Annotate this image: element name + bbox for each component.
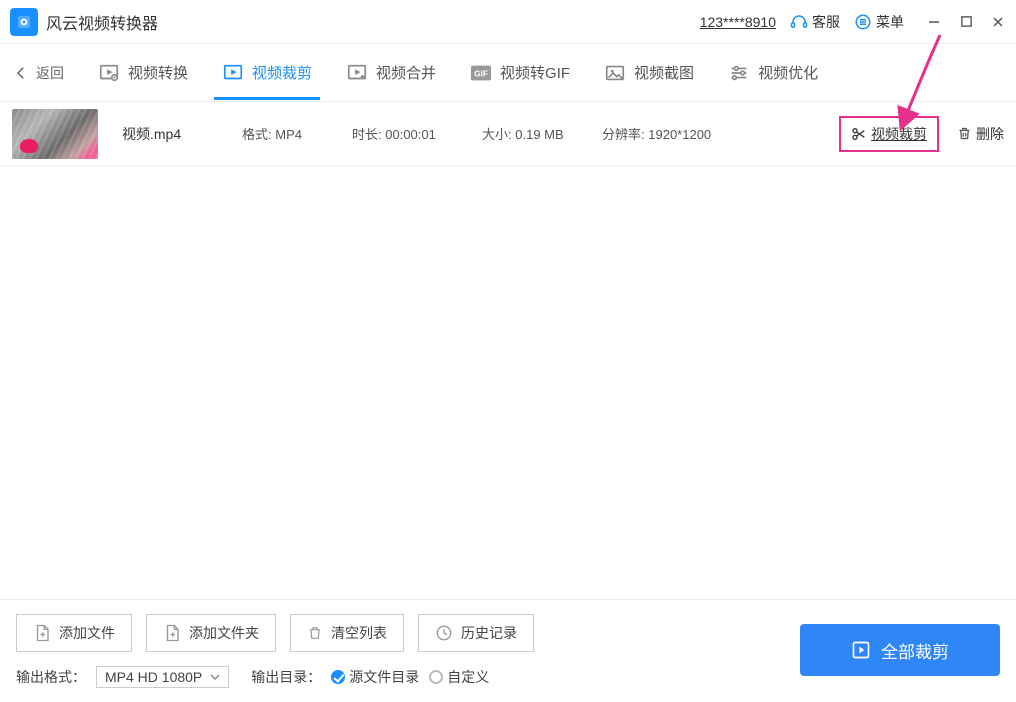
screenshot-icon <box>604 62 626 84</box>
output-format-label: 输出格式： <box>16 667 86 687</box>
minimize-button[interactable] <box>926 14 942 30</box>
back-button[interactable]: 返回 <box>10 57 66 89</box>
title-bar: 风云视频转换器 123****8910 客服 菜单 <box>0 0 1016 44</box>
support-button[interactable]: 客服 <box>790 12 840 32</box>
convert-icon <box>98 62 120 84</box>
tab-screenshot[interactable]: 视频截图 <box>602 46 696 100</box>
duration-value: 00:00:01 <box>385 127 436 142</box>
maximize-button[interactable] <box>958 14 974 30</box>
output-format-select[interactable]: MP4 HD 1080P <box>96 666 229 688</box>
file-format: 格式: MP4 <box>242 124 352 143</box>
output-dir-label: 输出目录： <box>251 667 321 687</box>
radio-unchecked-icon <box>429 670 443 684</box>
gif-icon: GIF <box>470 62 492 84</box>
tab-merge[interactable]: 视频合并 <box>344 46 438 100</box>
clear-list-label: 清空列表 <box>331 623 387 643</box>
headset-icon <box>790 13 808 31</box>
delete-button[interactable]: 删除 <box>957 124 1004 144</box>
file-row[interactable]: 视频.mp4 格式: MP4 时长: 00:00:01 大小: 0.19 MB … <box>0 102 1016 166</box>
radio-checked-icon <box>331 670 345 684</box>
menu-icon <box>854 13 872 31</box>
app-title: 风云视频转换器 <box>46 10 158 34</box>
file-resolution: 分辨率: 1920*1200 <box>602 124 762 143</box>
radio-source-dir[interactable]: 源文件目录 <box>331 667 419 687</box>
bottom-bar: 添加文件 添加文件夹 清空列表 历史记录 输出格式： MP4 HD 1080P <box>0 599 1016 702</box>
radio-custom-dir[interactable]: 自定义 <box>429 667 489 687</box>
tab-optimize-label: 视频优化 <box>758 62 818 83</box>
history-icon <box>435 624 453 642</box>
tab-crop[interactable]: 视频裁剪 <box>220 46 314 100</box>
add-folder-button[interactable]: 添加文件夹 <box>146 614 276 652</box>
radio-source-label: 源文件目录 <box>349 667 419 687</box>
close-button[interactable] <box>990 14 1006 30</box>
resolution-label: 分辨率: <box>602 127 645 142</box>
support-label: 客服 <box>812 12 840 32</box>
user-id-link[interactable]: 123****8910 <box>700 14 776 30</box>
history-button[interactable]: 历史记录 <box>418 614 534 652</box>
crop-all-label: 全部裁剪 <box>881 638 949 663</box>
crop-highlight-annotation: 视频裁剪 <box>839 116 939 152</box>
history-label: 历史记录 <box>461 623 517 643</box>
tab-convert-label: 视频转换 <box>128 62 188 83</box>
tab-togif-label: 视频转GIF <box>500 62 570 83</box>
tab-optimize[interactable]: 视频优化 <box>726 46 820 100</box>
optimize-icon <box>728 62 750 84</box>
resolution-value: 1920*1200 <box>648 127 711 142</box>
play-icon <box>851 640 871 660</box>
output-format-value: MP4 HD 1080P <box>105 669 202 685</box>
size-label: 大小: <box>482 127 512 142</box>
file-duration: 时长: 00:00:01 <box>352 124 482 143</box>
caret-down-icon <box>210 672 220 682</box>
clear-icon <box>307 624 323 642</box>
tab-convert[interactable]: 视频转换 <box>96 46 190 100</box>
duration-label: 时长: <box>352 127 382 142</box>
video-thumbnail <box>12 109 98 159</box>
add-file-label: 添加文件 <box>59 623 115 643</box>
format-value: MP4 <box>275 127 302 142</box>
tab-bar: 返回 视频转换 视频裁剪 视频合并 GIF 视频转GIF 视频截图 <box>0 44 1016 102</box>
add-folder-label: 添加文件夹 <box>189 623 259 643</box>
file-list: 视频.mp4 格式: MP4 时长: 00:00:01 大小: 0.19 MB … <box>0 102 1016 166</box>
format-label: 格式: <box>242 127 272 142</box>
file-size: 大小: 0.19 MB <box>482 124 602 143</box>
back-label: 返回 <box>36 63 64 83</box>
file-name: 视频.mp4 <box>122 124 242 144</box>
tab-merge-label: 视频合并 <box>376 62 436 83</box>
radio-custom-label: 自定义 <box>447 667 489 687</box>
crop-video-button[interactable]: 视频裁剪 <box>845 120 933 148</box>
add-file-icon <box>33 623 51 643</box>
crop-icon <box>222 62 244 84</box>
add-file-button[interactable]: 添加文件 <box>16 614 132 652</box>
tab-screenshot-label: 视频截图 <box>634 62 694 83</box>
size-value: 0.19 MB <box>515 127 563 142</box>
delete-label: 删除 <box>976 124 1004 144</box>
merge-icon <box>346 62 368 84</box>
menu-button[interactable]: 菜单 <box>854 12 904 32</box>
trash-icon <box>957 126 972 141</box>
back-arrow-icon <box>12 64 30 82</box>
tab-crop-label: 视频裁剪 <box>252 62 312 83</box>
svg-text:GIF: GIF <box>474 69 488 78</box>
scissors-icon <box>851 126 867 142</box>
tab-togif[interactable]: GIF 视频转GIF <box>468 46 572 100</box>
crop-all-button[interactable]: 全部裁剪 <box>800 624 1000 676</box>
app-logo <box>10 8 38 36</box>
crop-action-label: 视频裁剪 <box>871 124 927 144</box>
menu-label: 菜单 <box>876 12 904 32</box>
clear-list-button[interactable]: 清空列表 <box>290 614 404 652</box>
add-folder-icon <box>163 623 181 643</box>
